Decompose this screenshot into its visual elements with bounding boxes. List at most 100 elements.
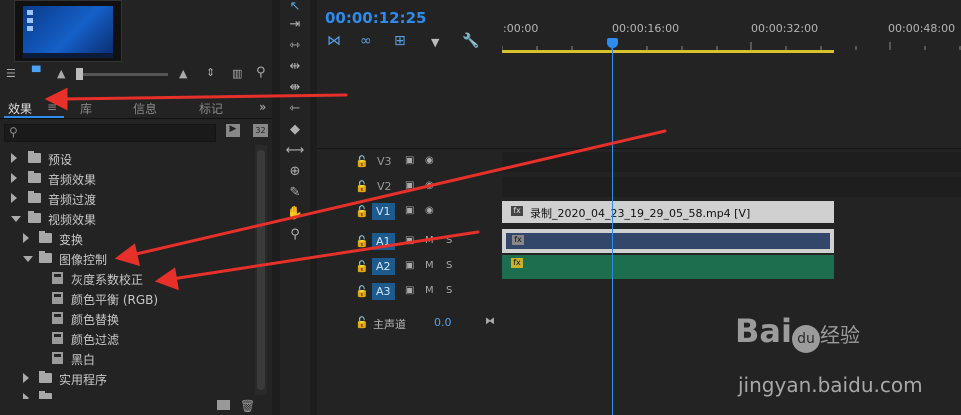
scrollbar-thumb[interactable] bbox=[257, 150, 265, 390]
icon-view-icon[interactable]: ▀ bbox=[32, 66, 40, 79]
tree-item-image-control[interactable]: 图像控制 bbox=[0, 249, 255, 269]
tree-item-gamma-correction[interactable]: 灰度系数校正 bbox=[0, 269, 255, 289]
track-name[interactable]: V3 bbox=[377, 155, 392, 168]
track-header-a3: 🔓 A3 ▣ M S bbox=[317, 282, 502, 302]
lock-icon[interactable]: 🔓 bbox=[355, 180, 369, 193]
playhead-timecode[interactable]: 00:00:12:25 bbox=[325, 9, 427, 27]
playhead-handle[interactable] bbox=[607, 38, 618, 48]
eye-icon[interactable]: ◉ bbox=[425, 205, 434, 216]
rate-stretch-tool-icon[interactable]: ⇼ bbox=[280, 78, 310, 98]
fx-badge[interactable]: fx bbox=[511, 206, 523, 216]
fx-badge[interactable]: fx bbox=[511, 258, 523, 268]
track-row-v3[interactable] bbox=[502, 152, 961, 172]
eye-icon[interactable]: ◉ bbox=[425, 180, 434, 191]
more-tabs-icon[interactable]: » bbox=[259, 100, 266, 114]
eye-icon[interactable]: ◉ bbox=[425, 155, 434, 166]
thumbnail-zoom-slider[interactable] bbox=[76, 73, 168, 76]
tree-item-audio-transitions[interactable]: 音频过渡 bbox=[0, 189, 255, 209]
tree-item-utility[interactable]: 实用程序 bbox=[0, 369, 255, 389]
source-thumbnail[interactable] bbox=[14, 0, 122, 62]
solo-button[interactable]: S bbox=[446, 260, 452, 271]
track-name[interactable]: A3 bbox=[372, 283, 395, 300]
tree-item-video-effects[interactable]: 视频效果 bbox=[0, 209, 255, 229]
accelerated-effects-icon[interactable]: ▶ bbox=[226, 124, 240, 137]
32bit-effects-icon[interactable]: 32 bbox=[253, 124, 268, 137]
expand-icon[interactable] bbox=[11, 153, 17, 163]
sync-lock-icon[interactable]: ▣ bbox=[405, 235, 414, 246]
track-name[interactable]: V1 bbox=[372, 203, 395, 220]
sync-lock-icon[interactable]: ▣ bbox=[405, 260, 414, 271]
tree-item-presets[interactable]: 预设 bbox=[0, 149, 255, 169]
search-icon[interactable]: ⚲ bbox=[256, 65, 266, 80]
mute-button[interactable]: M bbox=[425, 235, 434, 246]
delete-icon[interactable]: 🗑 bbox=[240, 399, 255, 413]
fx-badge[interactable]: fx bbox=[512, 235, 524, 245]
expand-icon[interactable] bbox=[11, 193, 17, 203]
tab-info[interactable]: 信息 bbox=[133, 100, 157, 117]
work-area-bar[interactable] bbox=[502, 50, 834, 53]
ripple-edit-tool-icon[interactable]: ⇿ bbox=[280, 36, 310, 56]
expand-icon[interactable] bbox=[11, 173, 17, 183]
master-volume-value[interactable]: 0.0 bbox=[434, 316, 452, 329]
marker-icon[interactable]: ▼ bbox=[431, 36, 439, 49]
track-row-v2[interactable] bbox=[502, 177, 961, 197]
tree-item-black-white[interactable]: 黑白 bbox=[0, 349, 255, 369]
playhead-line[interactable] bbox=[612, 38, 613, 415]
razor-tool-icon[interactable]: ◆ bbox=[280, 120, 310, 140]
sync-lock-icon[interactable]: ▣ bbox=[405, 205, 414, 216]
lock-icon[interactable]: 🔓 bbox=[355, 155, 369, 168]
lock-icon[interactable]: 🔓 bbox=[355, 205, 369, 218]
slip-tool-icon[interactable]: ⟷ bbox=[280, 141, 310, 161]
tree-item-color-pass[interactable]: 颜色过滤 bbox=[0, 329, 255, 349]
expand-icon[interactable] bbox=[23, 233, 29, 243]
go-to-end-icon[interactable]: ⧓ bbox=[485, 316, 495, 327]
pen-tool-icon[interactable]: ✎ bbox=[280, 183, 310, 203]
track-name[interactable]: A1 bbox=[372, 233, 395, 250]
new-bin-icon[interactable] bbox=[217, 400, 230, 410]
tree-item-partial[interactable] bbox=[0, 389, 255, 399]
solo-button[interactable]: S bbox=[446, 235, 452, 246]
snap-icon[interactable]: ⋈ bbox=[327, 33, 341, 49]
track-name[interactable]: V2 bbox=[377, 180, 392, 193]
tab-library[interactable]: 库 bbox=[80, 100, 92, 117]
collapse-icon[interactable] bbox=[23, 256, 33, 262]
hand-tool-icon[interactable]: ✋ bbox=[280, 204, 310, 224]
effects-search-input[interactable]: ⚲ bbox=[4, 124, 216, 142]
add-marker-icon[interactable]: ⊞ bbox=[394, 33, 406, 49]
tab-markers[interactable]: 标记 bbox=[199, 100, 223, 117]
track-select-tool-icon[interactable]: ⇥ bbox=[280, 15, 310, 35]
tree-item-color-replace[interactable]: 颜色替换 bbox=[0, 309, 255, 329]
list-view-icon[interactable]: ☰ bbox=[6, 67, 16, 80]
lock-icon[interactable]: 🔓 bbox=[355, 316, 369, 329]
lock-icon[interactable]: 🔓 bbox=[355, 235, 369, 248]
track-name[interactable]: A2 bbox=[372, 258, 395, 275]
lock-icon[interactable]: 🔓 bbox=[355, 260, 369, 273]
lock-icon[interactable]: 🔓 bbox=[355, 285, 369, 298]
sort-icon[interactable]: ⇕ bbox=[206, 66, 215, 79]
video-clip[interactable]: fx 录制_2020_04_23_19_29_05_58.mp4 [V] bbox=[502, 201, 834, 223]
collapse-icon[interactable] bbox=[11, 216, 21, 222]
tab-effects[interactable]: 效果 bbox=[8, 100, 32, 117]
rolling-edit-tool-icon[interactable]: ⇹ bbox=[280, 57, 310, 77]
zoom-large-icon[interactable]: ▲ bbox=[179, 67, 187, 80]
tab-menu-icon[interactable]: ≡ bbox=[47, 100, 57, 114]
sync-lock-icon[interactable]: ▣ bbox=[405, 285, 414, 296]
sync-lock-icon[interactable]: ▣ bbox=[405, 155, 414, 166]
wrench-icon[interactable]: 🔧 bbox=[462, 33, 479, 49]
audio-clip-a2[interactable]: fx bbox=[502, 255, 834, 279]
tree-item-transform[interactable]: 变换 bbox=[0, 229, 255, 249]
tree-item-audio-effects[interactable]: 音频效果 bbox=[0, 169, 255, 189]
slider-handle[interactable] bbox=[76, 68, 83, 80]
slide-tool-icon[interactable]: ⊕ bbox=[280, 162, 310, 182]
tree-item-color-balance-rgb[interactable]: 颜色平衡 (RGB) bbox=[0, 289, 255, 309]
rate-tool-icon[interactable]: ⇽ bbox=[280, 99, 310, 119]
zoom-small-icon[interactable]: ▲ bbox=[57, 67, 65, 80]
mute-button[interactable]: M bbox=[425, 260, 434, 271]
solo-button[interactable]: S bbox=[446, 285, 452, 296]
mute-button[interactable]: M bbox=[425, 285, 434, 296]
expand-icon[interactable] bbox=[23, 373, 29, 383]
linked-selection-icon[interactable]: ∞ bbox=[360, 33, 372, 49]
zoom-tool-icon[interactable]: ⚲ bbox=[280, 225, 310, 245]
sync-lock-icon[interactable]: ▣ bbox=[405, 180, 414, 191]
freeform-view-icon[interactable]: ▥ bbox=[232, 67, 242, 80]
